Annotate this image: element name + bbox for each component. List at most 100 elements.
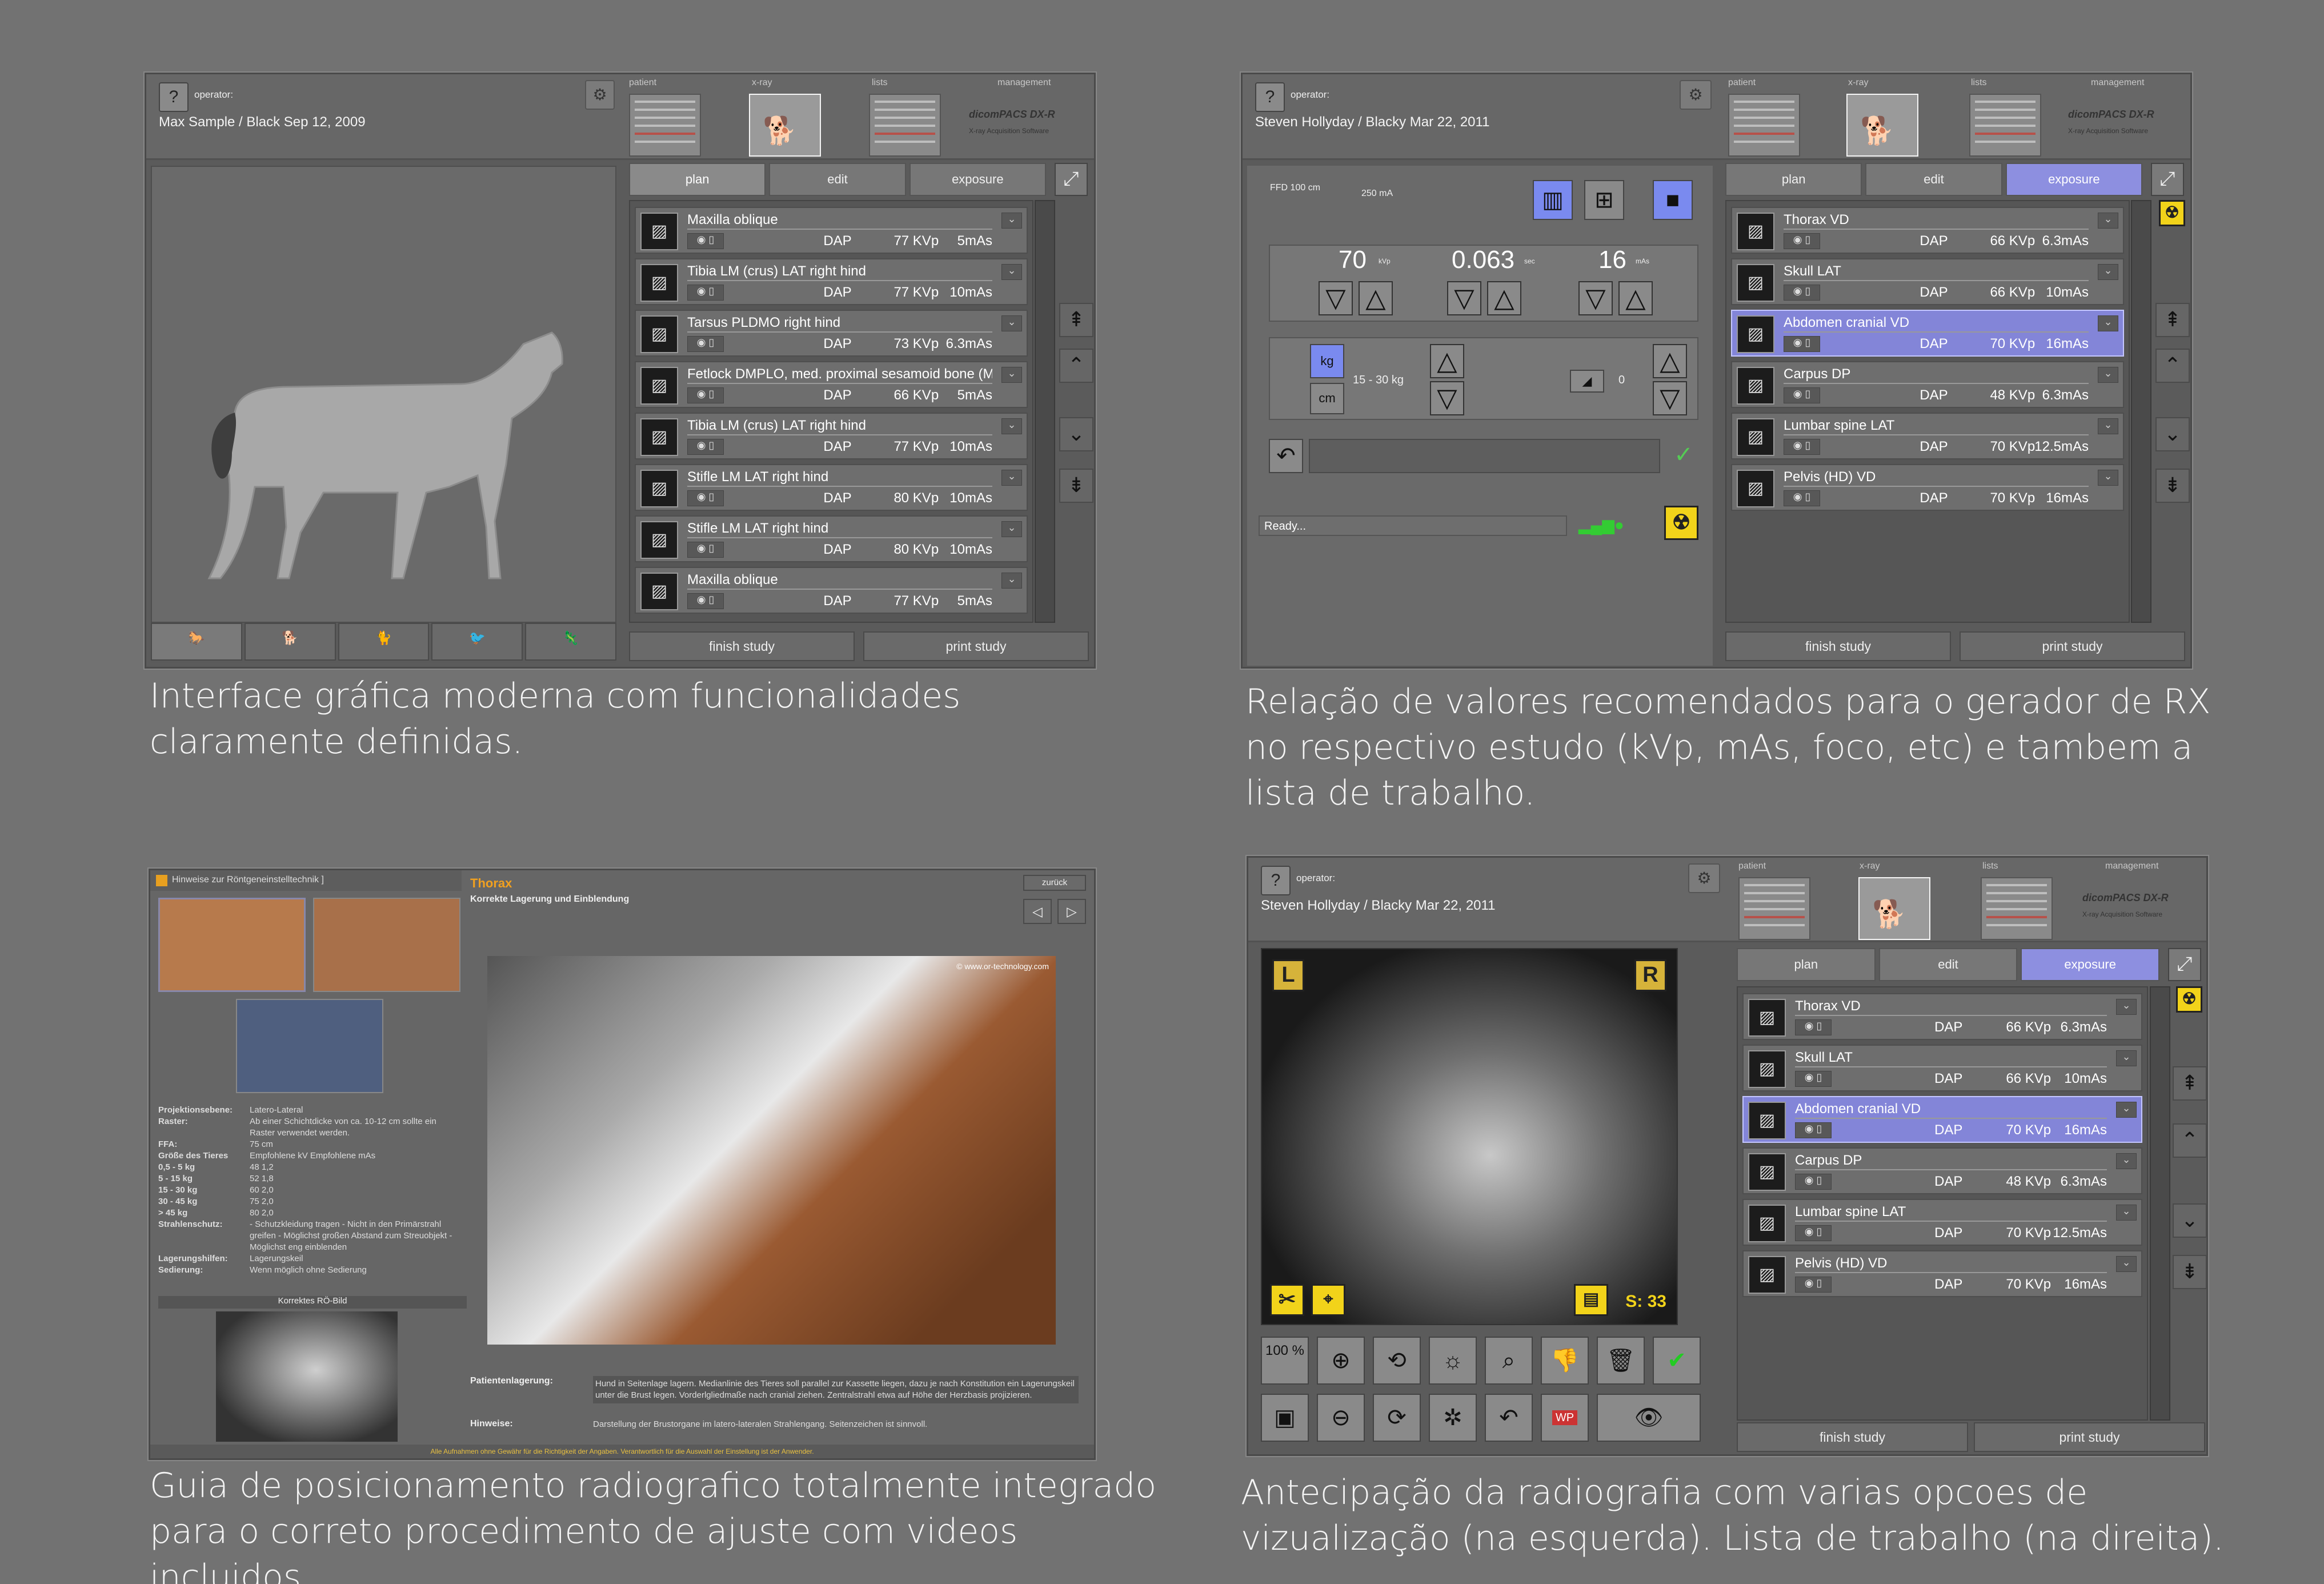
item-eye-icon[interactable]: ◉ ▯ xyxy=(687,542,724,558)
field-icon[interactable]: ■ xyxy=(1653,180,1693,220)
focus-icon[interactable]: ⊞ xyxy=(1584,180,1624,220)
list-item[interactable]: ▨ Fetlock DMPLO, med. proximal sesamoid b… xyxy=(635,361,1028,408)
accept-icon[interactable]: ✔ xyxy=(1653,1337,1701,1385)
item-eye-icon[interactable]: ◉ ▯ xyxy=(1795,1019,1832,1035)
dog-type-button[interactable]: 🐕 xyxy=(244,623,336,661)
list-item[interactable]: ▨ Carpus DP ⌄ ◉ ▯ DAP 48 KVp 6.3mAs xyxy=(1742,1147,2142,1194)
item-eye-icon[interactable]: ◉ ▯ xyxy=(687,285,724,301)
view-eye-icon[interactable]: 👁 xyxy=(1597,1394,1701,1442)
list-item[interactable]: ▨ Maxilla oblique ⌄ ◉ ▯ DAP 77 KVp 5mAs xyxy=(635,567,1028,614)
brightness-up-icon[interactable]: ☼ xyxy=(1429,1337,1477,1385)
tab-edit[interactable]: edit xyxy=(769,163,906,196)
mas-down-icon[interactable]: ▽ xyxy=(1578,281,1613,315)
tab-xray[interactable]: 🐕 xyxy=(1858,877,1930,940)
item-eye-icon[interactable]: ◉ ▯ xyxy=(687,233,724,249)
list-item[interactable]: ▨ Tibia LM (crus) LAT right hind ⌄ ◉ ▯ DAP 77… xyxy=(635,258,1028,305)
wp-button[interactable]: WP xyxy=(1541,1394,1589,1442)
settings-icon[interactable]: ⚙ xyxy=(585,80,615,110)
list-item[interactable]: ▨ Stifle LM LAT right hind ⌄ ◉ ▯ DAP 80 KVp 10… xyxy=(635,515,1028,562)
reset-icon[interactable]: ↶ xyxy=(1269,439,1303,473)
item-menu-icon[interactable]: ⌄ xyxy=(2098,418,2118,434)
reject-icon[interactable]: 👎 xyxy=(1541,1337,1589,1385)
item-eye-icon[interactable]: ◉ ▯ xyxy=(1784,439,1820,455)
expand-icon[interactable]: ⤢ xyxy=(1055,163,1088,196)
item-eye-icon[interactable]: ◉ ▯ xyxy=(687,336,724,352)
list-item[interactable]: ▨ Lumbar spine LAT ⌄ ◉ ▯ DAP 70 KVp 12.5mAs xyxy=(1742,1199,2142,1246)
kv-up-icon[interactable]: △ xyxy=(1359,281,1393,315)
list-item[interactable]: ▨ Pelvis (HD) VD ⌄ ◉ ▯ DAP 70 KVp 16mAs xyxy=(1731,464,2124,511)
rotate-back-icon[interactable]: ⟳ xyxy=(1373,1394,1421,1442)
tab-exposure[interactable]: exposure xyxy=(2005,163,2142,196)
item-eye-icon[interactable]: ◉ ▯ xyxy=(1795,1174,1832,1190)
tab-exposure[interactable]: exposure xyxy=(2021,948,2160,981)
move-down-icon[interactable]: ⌄ xyxy=(1059,417,1093,451)
item-menu-icon[interactable]: ⌄ xyxy=(1001,418,1022,434)
item-menu-icon[interactable]: ⌄ xyxy=(2098,264,2118,280)
list-item[interactable]: ▨ Carpus DP ⌄ ◉ ▯ DAP 48 KVp 6.3mAs xyxy=(1731,361,2124,408)
mas-up-icon[interactable]: △ xyxy=(1618,281,1653,315)
item-eye-icon[interactable]: ◉ ▯ xyxy=(687,387,724,403)
tab-patient[interactable] xyxy=(1738,877,1810,940)
list-item[interactable]: ▨ Tibia LM (crus) LAT right hind ⌄ ◉ ▯ DAP 77… xyxy=(635,413,1028,459)
operator-icon[interactable]: ? xyxy=(159,82,189,112)
xray-preview[interactable]: L R ✂ ⌖ ▤ S: 33 xyxy=(1261,948,1678,1325)
item-menu-icon[interactable]: ⌄ xyxy=(1001,264,1022,280)
item-menu-icon[interactable]: ⌄ xyxy=(1001,367,1022,383)
item-menu-icon[interactable]: ⌄ xyxy=(2098,315,2118,331)
cut-icon[interactable]: ✂ xyxy=(1270,1284,1304,1316)
kg-button[interactable]: kg xyxy=(1310,344,1344,378)
marker-left[interactable]: L xyxy=(1272,959,1304,991)
rotate-90-icon[interactable]: ⟲ xyxy=(1373,1337,1421,1385)
item-menu-icon[interactable]: ⌄ xyxy=(2098,213,2118,229)
item-eye-icon[interactable]: ◉ ▯ xyxy=(687,439,724,455)
anatomy-view[interactable] xyxy=(151,166,616,623)
horse-silhouette[interactable] xyxy=(152,167,618,624)
bird-type-button[interactable]: 🐦 xyxy=(431,623,523,661)
item-eye-icon[interactable]: ◉ ▯ xyxy=(687,490,724,506)
item-eye-icon[interactable]: ◉ ▯ xyxy=(1784,285,1820,301)
tab-lists[interactable] xyxy=(869,94,941,157)
horse-type-button[interactable]: 🐎 xyxy=(151,623,242,661)
list-item[interactable]: ▨ Skull LAT ⌄ ◉ ▯ DAP 66 KVp 10mAs xyxy=(1731,258,2124,305)
finish-study-button[interactable]: finish study xyxy=(1737,1422,1968,1452)
tab-exposure[interactable]: exposure xyxy=(909,163,1046,196)
zoom-in-icon[interactable]: ⊕ xyxy=(1317,1337,1365,1385)
worklist-scrollbar[interactable] xyxy=(1035,200,1055,623)
prev-icon[interactable]: ◁ xyxy=(1023,899,1052,924)
density-down-icon[interactable]: ▽ xyxy=(1653,381,1687,415)
marker-right[interactable]: R xyxy=(1634,959,1666,991)
zoom-out-icon[interactable]: ⊖ xyxy=(1317,1394,1365,1442)
weight-up-icon[interactable]: △ xyxy=(1430,344,1464,378)
operator-icon[interactable]: ? xyxy=(1255,82,1285,112)
settings-icon[interactable]: ⚙ xyxy=(1680,80,1712,110)
sec-up-icon[interactable]: △ xyxy=(1487,281,1521,315)
move-top-icon[interactable]: ⇞ xyxy=(1059,303,1093,337)
fit-screen-icon[interactable]: ▣ xyxy=(1261,1394,1309,1442)
cat-type-button[interactable]: 🐈 xyxy=(338,623,430,661)
tab-plan[interactable]: plan xyxy=(629,163,766,196)
grid-icon[interactable]: ▥ xyxy=(1533,180,1573,220)
item-menu-icon[interactable]: ⌄ xyxy=(1001,470,1022,486)
tab-patient[interactable] xyxy=(1728,94,1800,157)
expand-icon[interactable]: ⤢ xyxy=(2168,948,2201,981)
next-icon[interactable]: ▷ xyxy=(1057,899,1086,924)
list-item[interactable]: ▨ Maxilla oblique ⌄ ◉ ▯ DAP 77 KVp 5mAs xyxy=(635,207,1028,254)
item-menu-icon[interactable]: ⌄ xyxy=(1001,573,1022,589)
item-menu-icon[interactable]: ⌄ xyxy=(2098,470,2118,486)
thumb-3[interactable] xyxy=(236,999,383,1093)
print-study-button[interactable]: print study xyxy=(1974,1422,2205,1452)
move-bottom-icon[interactable]: ⇟ xyxy=(2155,469,2190,503)
item-eye-icon[interactable]: ◉ ▯ xyxy=(1795,1071,1832,1087)
move-bottom-icon[interactable]: ⇟ xyxy=(2173,1255,2206,1289)
item-menu-icon[interactable]: ⌄ xyxy=(2116,1102,2137,1118)
item-menu-icon[interactable]: ⌄ xyxy=(2116,1153,2137,1169)
tab-lists[interactable] xyxy=(1981,877,2053,940)
item-menu-icon[interactable]: ⌄ xyxy=(2116,1205,2137,1221)
finish-study-button[interactable]: finish study xyxy=(629,631,855,661)
tab-edit[interactable]: edit xyxy=(1865,163,2002,196)
item-menu-icon[interactable]: ⌄ xyxy=(2116,1256,2137,1272)
undo-icon[interactable]: ↶ xyxy=(1485,1394,1533,1442)
move-top-icon[interactable]: ⇞ xyxy=(2155,303,2190,337)
item-menu-icon[interactable]: ⌄ xyxy=(2116,999,2137,1015)
item-eye-icon[interactable]: ◉ ▯ xyxy=(1784,336,1820,352)
